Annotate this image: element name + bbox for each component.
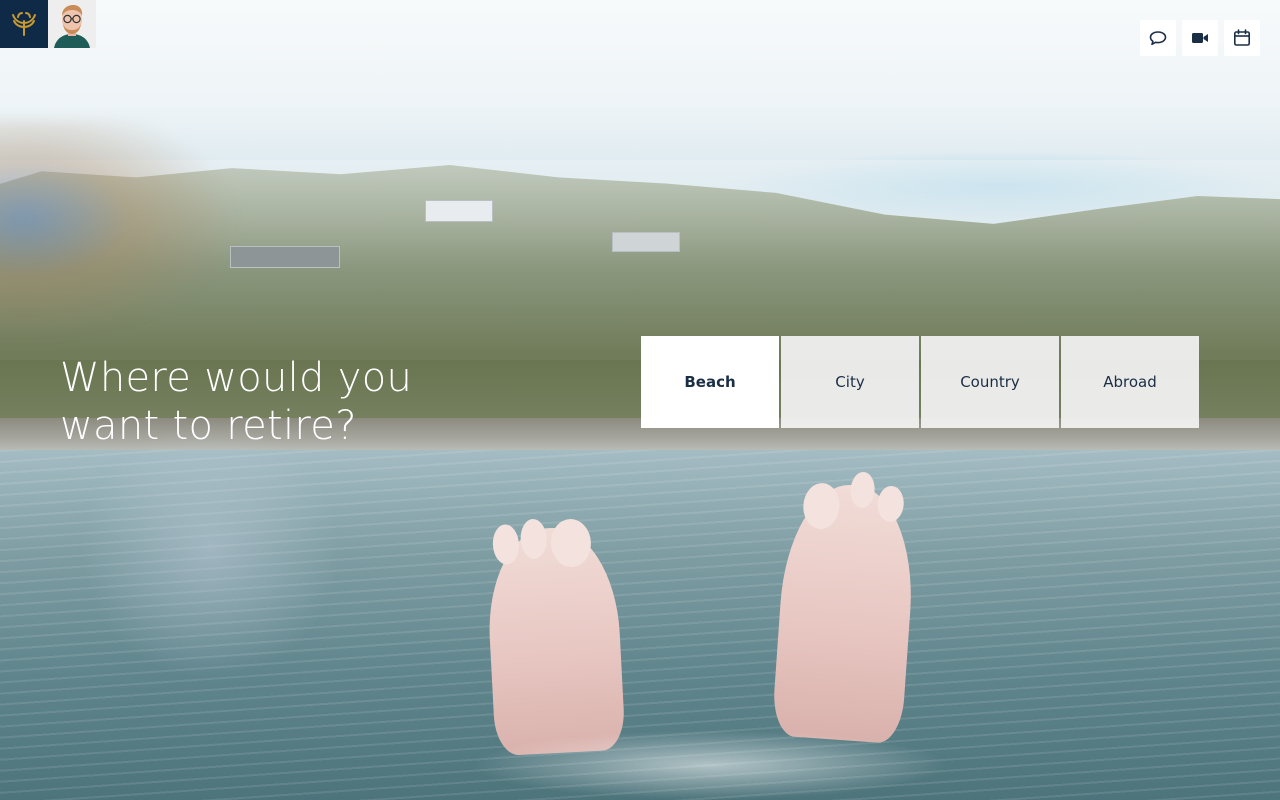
- laurel-crest-icon: [12, 12, 36, 36]
- hillside-house: [230, 246, 340, 268]
- header-actions: [1140, 20, 1260, 56]
- option-label: Abroad: [1103, 373, 1157, 391]
- video-camera-icon: [1192, 33, 1208, 43]
- option-label: Beach: [684, 373, 736, 391]
- option-label: Country: [960, 373, 1020, 391]
- option-label: City: [835, 373, 865, 391]
- hillside-house: [425, 200, 493, 222]
- chat-button[interactable]: [1140, 20, 1176, 56]
- option-country[interactable]: Country: [921, 336, 1059, 428]
- option-city[interactable]: City: [781, 336, 919, 428]
- video-call-button[interactable]: [1182, 20, 1218, 56]
- lens-haze: [80, 420, 340, 680]
- chat-bubble-icon: [1149, 31, 1167, 46]
- advisor-avatar[interactable]: [48, 0, 96, 48]
- option-beach[interactable]: Beach: [641, 336, 779, 428]
- option-abroad[interactable]: Abroad: [1061, 336, 1199, 428]
- water-splash: [470, 730, 950, 800]
- answer-options: Beach City Country Abroad: [641, 336, 1199, 428]
- hillside-house: [612, 232, 680, 252]
- calendar-icon: [1233, 29, 1250, 46]
- brand-logo[interactable]: [0, 0, 48, 48]
- question-heading: Where would you want to retire?: [60, 355, 413, 449]
- schedule-button[interactable]: [1224, 20, 1260, 56]
- user-portrait-icon: [48, 0, 96, 48]
- lens-flare: [0, 120, 240, 340]
